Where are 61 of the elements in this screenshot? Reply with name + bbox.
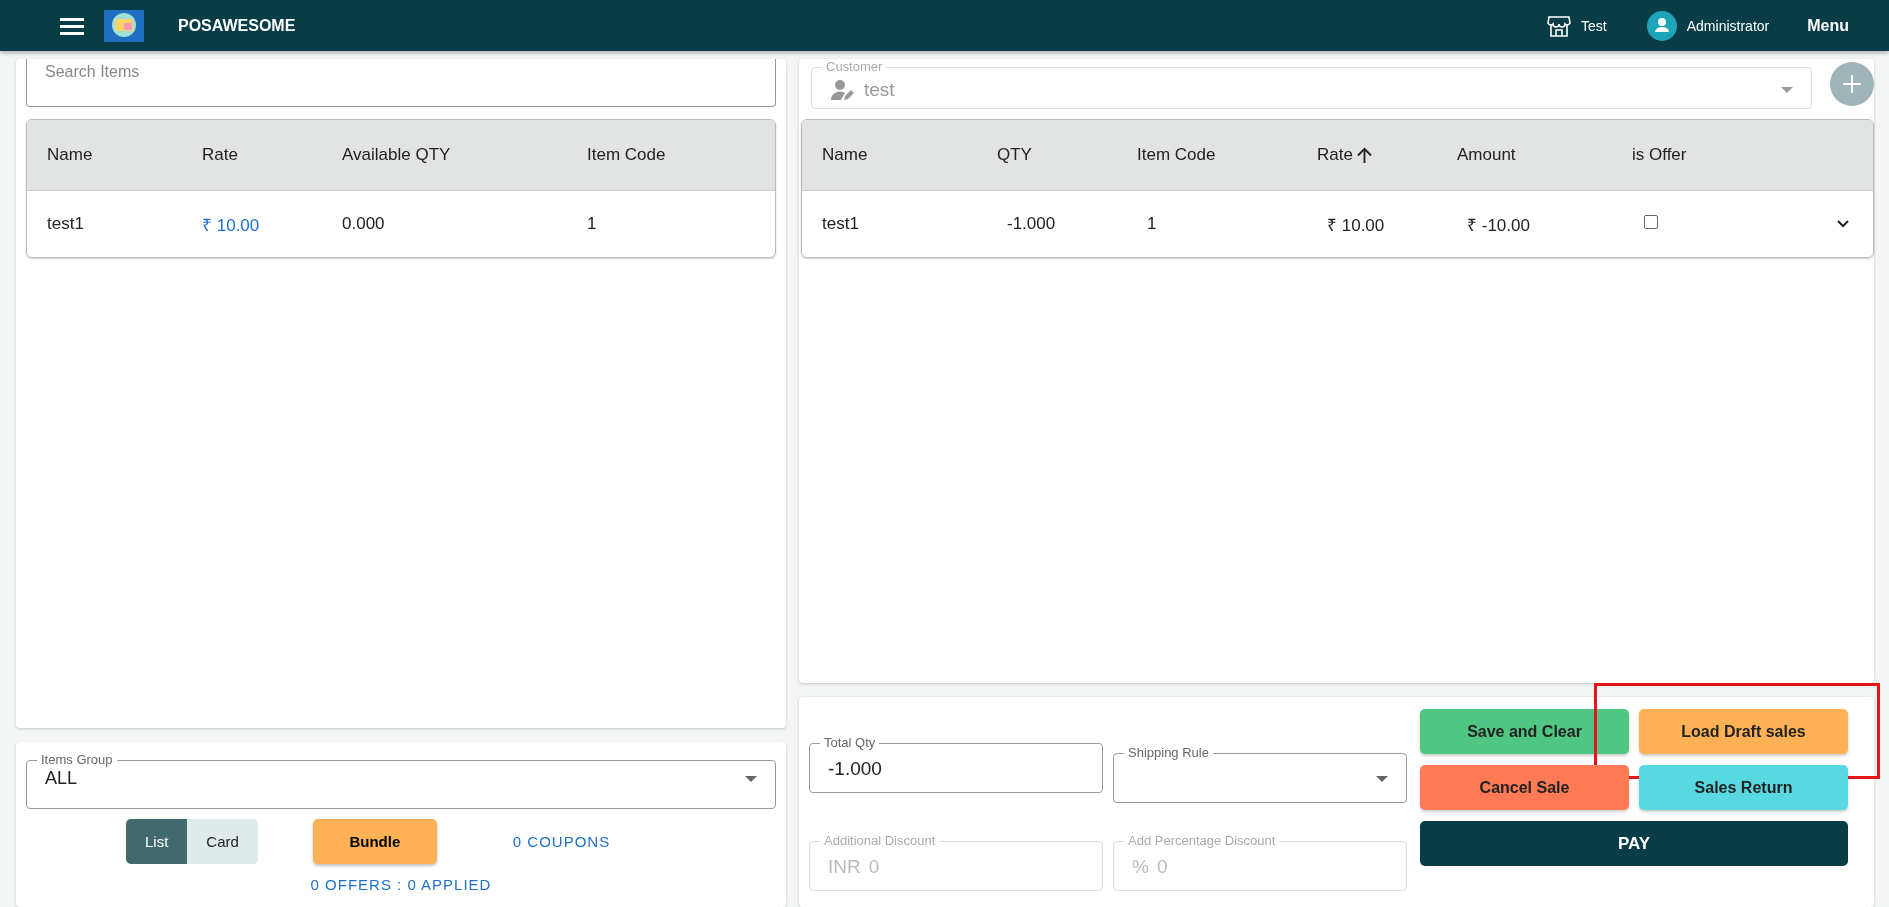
table-cell-text: ₹ -10.00	[1466, 214, 1531, 236]
action-button[interactable]: Sales Return	[1639, 765, 1848, 810]
action-button[interactable]: Cancel Sale	[1420, 765, 1629, 810]
column-header[interactable]: Rate	[202, 145, 342, 165]
bundle-button[interactable]: Bundle	[312, 819, 437, 864]
table-cell-text: ₹ 10.00	[1326, 214, 1386, 236]
store-icon	[1547, 14, 1572, 37]
coupons-link[interactable]: 0 COUPONS	[512, 833, 611, 850]
logo-icon	[104, 9, 144, 42]
column-header[interactable]: QTY	[997, 145, 1137, 165]
field-prefix: %	[1132, 855, 1149, 878]
field-value: 0	[1156, 855, 1168, 878]
column-header[interactable]: Amount	[1457, 145, 1632, 165]
column-header[interactable]: Available QTY	[342, 145, 587, 165]
app-title: POSAWESOME	[178, 16, 296, 35]
table-cell-text: 1	[1146, 214, 1158, 234]
column-header[interactable]: Name	[822, 145, 997, 165]
items-group-select[interactable]: Items Group ALL	[26, 752, 776, 809]
field-value: ALL	[45, 768, 78, 789]
offer-checkbox[interactable]	[1644, 215, 1658, 229]
column-header[interactable]: Item Code	[587, 145, 775, 165]
field-value: test	[864, 78, 895, 101]
field-label: Additional Discount	[823, 833, 937, 849]
store-name[interactable]: Test	[1581, 17, 1607, 34]
field-value: -1.000	[828, 757, 882, 780]
menu-link[interactable]: Menu	[1807, 16, 1849, 35]
offers-link[interactable]: 0 OFFERS : 0 APPLIED	[310, 876, 492, 893]
caret-icon	[1376, 775, 1388, 782]
menu-icon[interactable]	[60, 16, 84, 35]
column-header[interactable]: Item Code	[1137, 145, 1317, 165]
field-label: Items Group	[40, 752, 114, 768]
user-edit-icon	[830, 77, 854, 102]
table-cell-text: -1.000	[1006, 214, 1057, 234]
user-avatar-icon	[1646, 10, 1677, 41]
table-cell-text: test1	[47, 214, 85, 234]
view-toggle-button[interactable]: Card	[187, 819, 258, 864]
field-label: Total Qty	[823, 735, 877, 751]
caret-icon	[1781, 86, 1793, 93]
field-label: Shipping Rule	[1127, 745, 1210, 761]
pay-button[interactable]: PAY	[1420, 821, 1848, 866]
action-button[interactable]: Load Draft sales	[1639, 709, 1848, 754]
expand-icon[interactable]	[1837, 220, 1849, 228]
caret-icon	[745, 775, 757, 782]
field-value: 0	[868, 855, 880, 878]
column-header[interactable]: Name	[47, 145, 202, 165]
table-cell-text: 1	[587, 214, 598, 234]
table-cell-text: 0.000	[342, 214, 386, 234]
action-button[interactable]: Save and Clear	[1420, 709, 1629, 754]
table-cell-text: ₹ 10.00	[202, 214, 261, 236]
search-field[interactable]: Search Items	[26, 59, 776, 107]
sort-arrow-icon	[1356, 146, 1372, 164]
total-qty-field[interactable]: Total Qty -1.000	[809, 735, 1103, 793]
table-cell-text: test1	[822, 214, 860, 234]
column-header[interactable]: is Offer	[1632, 145, 1792, 165]
column-header[interactable]: Rate	[1317, 145, 1457, 165]
field-prefix: INR	[828, 855, 861, 878]
field-label: Add Percentage Discount	[1127, 833, 1277, 849]
user-name[interactable]: Administrator	[1686, 17, 1770, 34]
field-label: Customer	[825, 59, 884, 75]
shipping-rule-select[interactable]: Shipping Rule	[1113, 745, 1407, 803]
view-toggle-button[interactable]: List	[126, 819, 188, 864]
